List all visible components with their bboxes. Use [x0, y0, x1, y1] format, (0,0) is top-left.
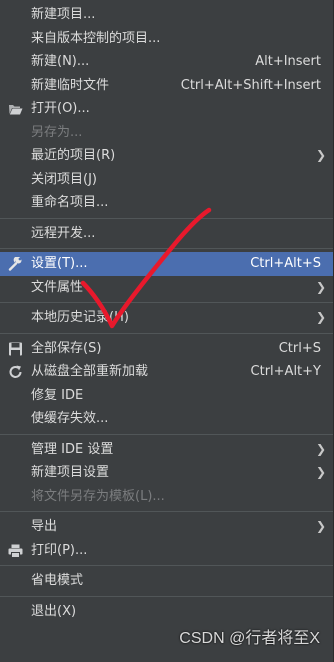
menu-item-manage-ide-settings[interactable]: 管理 IDE 设置 ❯ [0, 438, 333, 462]
menu-item-close-project[interactable]: 关闭项目(J) [0, 168, 333, 192]
menu-item-label: 将文件另存为模板(L)... [31, 488, 165, 504]
menu-separator [0, 217, 333, 219]
chevron-right-icon: ❯ [315, 148, 326, 162]
menu-item-label: 远程开发... [31, 225, 96, 241]
menu-item-new-project-settings[interactable]: 新建项目设置 ❯ [0, 461, 333, 485]
chevron-right-icon: ❯ [315, 519, 326, 533]
folder-open-icon [8, 102, 23, 116]
menu-item-new-project[interactable]: 新建项目... [0, 3, 333, 27]
menu-item-print[interactable]: 打印(P)... [0, 539, 333, 563]
floppy-disk-icon [8, 342, 23, 356]
menu-item-local-history[interactable]: 本地历史记录(H) ❯ [0, 306, 333, 330]
menu-item-exit[interactable]: 退出(X) [0, 600, 333, 624]
refresh-icon [8, 365, 23, 379]
menu-separator [0, 511, 333, 512]
menu-item-label: 打开(O)... [31, 101, 90, 116]
menu-item-save-as: 另存为... [0, 121, 333, 145]
menu-item-label: 设置(T)... [31, 256, 88, 271]
shortcut-label: Ctrl+Alt+S [250, 256, 321, 271]
menu-item-label: 退出(X) [31, 603, 77, 619]
shortcut-label: Ctrl+S [278, 340, 321, 356]
menu-item-save-as-template: 将文件另存为模板(L)... [0, 485, 333, 509]
shortcut-label: Alt+Insert [255, 54, 321, 69]
menu-item-label: 新建(N)... [31, 54, 90, 69]
menu-item-label: 重命名项目... [31, 195, 109, 210]
menu-item-label: 最近的项目(R) [31, 148, 116, 163]
shortcut-label: Ctrl+Alt+Shift+Insert [180, 77, 321, 93]
menu-item-export[interactable]: 导出 ❯ [0, 515, 333, 539]
menu-item-label: 打印(P)... [31, 542, 88, 558]
file-menu: 新建项目... 来自版本控制的项目... 新建(N)... Alt+Insert… [0, 0, 334, 662]
chevron-right-icon: ❯ [315, 279, 326, 294]
menu-item-power-save[interactable]: 省电模式 [0, 569, 333, 593]
menu-item-label: 另存为... [31, 124, 83, 140]
menu-item-reload-from-disk[interactable]: 从磁盘全部重新加载 Ctrl+Alt+Y [0, 360, 333, 384]
menu-item-from-vcs[interactable]: 来自版本控制的项目... [0, 27, 333, 51]
menu-item-new-scratch[interactable]: 新建临时文件 Ctrl+Alt+Shift+Insert [0, 74, 333, 98]
menu-item-recent-projects[interactable]: 最近的项目(R) ❯ [0, 144, 333, 168]
menu-separator [0, 595, 333, 597]
menu-separator [0, 433, 333, 435]
menu-item-label: 管理 IDE 设置 [31, 441, 114, 457]
menu-item-label: 导出 [31, 519, 58, 534]
menu-item-label: 省电模式 [31, 573, 84, 588]
menu-item-repair-ide[interactable]: 修复 IDE [0, 384, 333, 408]
menu-item-file-properties[interactable]: 文件属性 ❯ [0, 276, 333, 300]
menu-item-label: 全部保存(S) [31, 340, 102, 356]
menu-item-save-all[interactable]: 全部保存(S) Ctrl+S [0, 337, 333, 361]
printer-icon [8, 544, 23, 558]
menu-item-invalidate-caches[interactable]: 使缓存失效... [0, 407, 333, 431]
menu-separator [0, 248, 333, 249]
menu-item-label: 关闭项目(J) [31, 171, 97, 187]
menu-separator [0, 302, 333, 303]
menu-item-rename-project[interactable]: 重命名项目... [0, 191, 333, 215]
chevron-right-icon: ❯ [315, 441, 326, 456]
menu-item-label: 修复 IDE [31, 387, 84, 403]
menu-item-open[interactable]: 打开(O)... [0, 97, 333, 121]
menu-separator [0, 332, 333, 334]
shortcut-label: Ctrl+Alt+Y [250, 364, 321, 379]
menu-item-label: 本地历史记录(H) [31, 310, 129, 325]
menu-item-new[interactable]: 新建(N)... Alt+Insert [0, 50, 333, 74]
menu-item-settings[interactable]: 设置(T)... Ctrl+Alt+S [0, 252, 333, 276]
watermark: CSDN @行者将至X [179, 630, 320, 647]
menu-item-label: 新建临时文件 [31, 77, 110, 93]
menu-item-label: 来自版本控制的项目... [31, 30, 161, 46]
menu-item-label: 新建项目... [31, 7, 96, 22]
wrench-icon [8, 257, 23, 271]
menu-item-label: 文件属性 [31, 279, 84, 295]
menu-separator [0, 565, 333, 566]
chevron-right-icon: ❯ [315, 465, 326, 479]
menu-item-label: 从磁盘全部重新加载 [31, 364, 149, 379]
chevron-right-icon: ❯ [315, 310, 326, 324]
menu-item-remote-dev[interactable]: 远程开发... [0, 222, 333, 246]
menu-item-label: 使缓存失效... [31, 411, 109, 426]
menu-item-label: 新建项目设置 [31, 465, 110, 480]
